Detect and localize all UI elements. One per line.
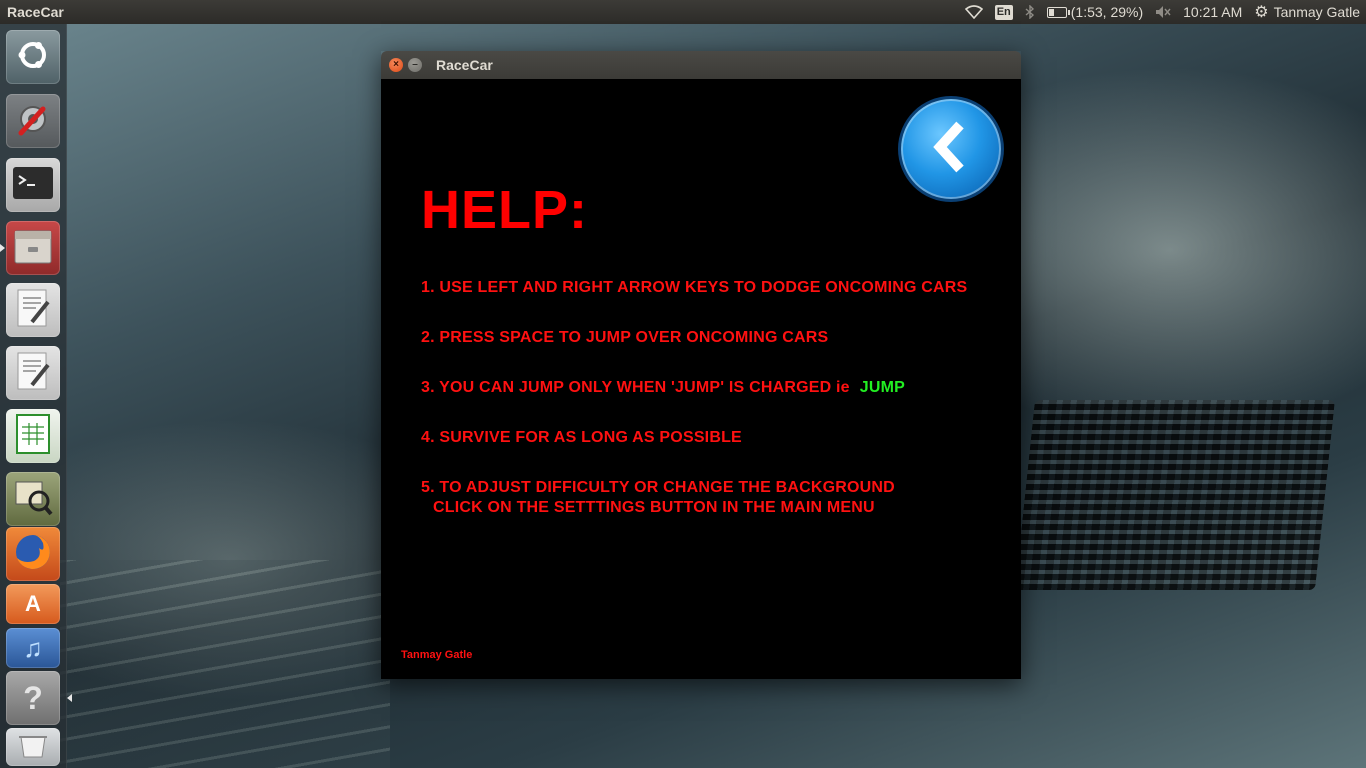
- bluetooth-icon[interactable]: [1019, 0, 1041, 24]
- help-line-2: 2. PRESS SPACE TO JUMP OVER ONCOMING CAR…: [421, 329, 829, 346]
- launcher-item-files[interactable]: [0, 221, 60, 275]
- launcher-item-trash[interactable]: [6, 728, 60, 766]
- launcher: A ♫ ?: [0, 24, 72, 768]
- ubuntu-dash-icon: [16, 38, 50, 77]
- launcher-item-music-player[interactable]: ♫: [6, 628, 60, 668]
- file-manager-icon: [13, 227, 53, 270]
- jump-charged-indicator: JUMP: [859, 379, 906, 396]
- session-menu[interactable]: ⚙ Tanmay Gatle: [1248, 0, 1366, 24]
- help-icon: ?: [23, 680, 43, 716]
- trash-icon: [17, 731, 49, 764]
- wallpaper-floor: [60, 560, 390, 768]
- image-viewer-icon: [13, 477, 53, 522]
- text-editor-icon: [14, 288, 52, 333]
- system-tray: En (1:53, 29%) 10:21 AM ⚙ Tanmay Gatle: [959, 0, 1366, 24]
- chevron-left-icon: [926, 117, 976, 182]
- racecar-window: × – RaceCar HELP: 1. USE LEFT AND RIGHT …: [381, 51, 1021, 679]
- back-button[interactable]: [901, 99, 1001, 199]
- battery-indicator[interactable]: (1:53, 29%): [1041, 0, 1149, 24]
- clock[interactable]: 10:21 AM: [1177, 0, 1248, 24]
- launcher-item-text-editor[interactable]: [6, 283, 60, 337]
- top-panel: RaceCar En (1:53, 29%) 10:21 AM ⚙ Tanmay…: [0, 0, 1366, 24]
- terminal-icon: [12, 166, 54, 205]
- wallpaper-car-grille: [1015, 400, 1335, 590]
- help-line-3: 3. YOU CAN JUMP ONLY WHEN 'JUMP' IS CHAR…: [421, 379, 905, 397]
- system-settings-icon: [13, 99, 53, 144]
- help-line-5: 5. TO ADJUST DIFFICULTY OR CHANGE THE BA…: [421, 479, 895, 496]
- help-line-4: 4. SURVIVE FOR AS LONG AS POSSIBLE: [421, 429, 742, 446]
- text-editor-2-icon: [14, 351, 52, 396]
- wifi-icon[interactable]: [959, 0, 989, 24]
- gear-icon: ⚙: [1254, 4, 1269, 21]
- close-icon: ×: [393, 59, 399, 70]
- launcher-item-settings[interactable]: [6, 94, 60, 148]
- music-player-icon: ♫: [23, 633, 43, 663]
- launcher-item-spreadsheet[interactable]: [6, 409, 60, 463]
- keyboard-layout-indicator[interactable]: En: [989, 0, 1019, 24]
- firefox-icon: [12, 531, 54, 578]
- software-center-icon: A: [25, 591, 41, 616]
- minimize-icon: –: [412, 59, 418, 70]
- help-screen: HELP: 1. USE LEFT AND RIGHT ARROW KEYS T…: [381, 79, 1021, 679]
- keyboard-layout-label: En: [994, 4, 1013, 20]
- window-title: RaceCar: [436, 57, 493, 73]
- launcher-item-image-viewer[interactable]: [6, 472, 60, 526]
- launcher-item-dash[interactable]: [6, 30, 60, 84]
- launcher-item-firefox[interactable]: [6, 527, 60, 581]
- help-line-3-text: 3. YOU CAN JUMP ONLY WHEN 'JUMP' IS CHAR…: [421, 379, 850, 396]
- running-indicator: [0, 244, 5, 252]
- close-button[interactable]: ×: [389, 58, 403, 72]
- author-credit: Tanmay Gatle: [401, 649, 473, 661]
- launcher-item-terminal[interactable]: [6, 158, 60, 212]
- help-line-5-continued: CLICK ON THE SETTTINGS BUTTON IN THE MAI…: [433, 499, 875, 516]
- minimize-button[interactable]: –: [408, 58, 422, 72]
- volume-muted-icon[interactable]: [1149, 0, 1177, 24]
- launcher-item-text-editor-2[interactable]: [6, 346, 60, 400]
- battery-status-text: (1:53, 29%): [1070, 4, 1144, 20]
- help-line-1: 1. USE LEFT AND RIGHT ARROW KEYS TO DODG…: [421, 279, 968, 296]
- launcher-item-help[interactable]: ?: [6, 671, 72, 725]
- launcher-item-software-center[interactable]: A: [6, 584, 60, 624]
- focus-indicator: [67, 694, 72, 702]
- battery-level-fill: [1048, 8, 1054, 16]
- user-name: Tanmay Gatle: [1273, 4, 1360, 20]
- top-panel-app-title: RaceCar: [7, 4, 64, 20]
- help-heading: HELP:: [421, 180, 588, 240]
- battery-icon: [1046, 6, 1070, 18]
- window-titlebar[interactable]: × – RaceCar: [381, 51, 1021, 79]
- spreadsheet-icon: [15, 413, 51, 460]
